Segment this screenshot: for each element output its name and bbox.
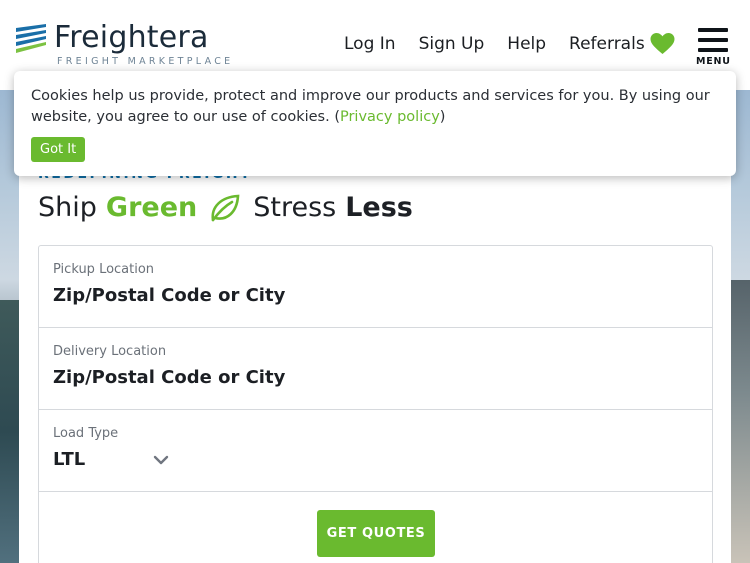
leaf-icon [211,194,240,221]
cookie-message-end: ) [439,109,446,125]
delivery-input[interactable] [53,367,673,388]
load-type-label: Load Type [53,426,119,441]
hero-headline: Ship Green Stress Less [38,192,413,223]
privacy-policy-link[interactable]: Privacy policy [340,109,440,125]
headline-less: Less [345,192,413,223]
logo-mark-icon [16,24,46,53]
brand-name: Freightera [54,20,209,55]
quote-form: Pickup Location Delivery Location Load T… [38,245,713,563]
menu-label: MENU [696,56,731,67]
cookie-banner: Cookies help us provide, protect and imp… [14,71,736,176]
load-type-field: Load Type LTL [39,410,712,492]
pickup-label: Pickup Location [53,262,155,277]
nav-login-link[interactable]: Log In [344,33,396,55]
headline-ship: Ship [38,192,97,223]
form-actions: GET QUOTES [39,492,712,563]
cookie-text: Cookies help us provide, protect and imp… [31,86,731,128]
heart-icon[interactable] [650,33,675,55]
chevron-down-icon [153,455,169,464]
hamburger-bar [698,38,728,42]
load-type-value: LTL [53,449,86,470]
delivery-label: Delivery Location [53,344,167,359]
nav-referrals-link[interactable]: Referrals [569,33,645,55]
delivery-field: Delivery Location [39,328,712,410]
brand-tagline: FREIGHT MARKETPLACE [57,56,234,67]
hamburger-bar [698,48,728,52]
got-it-button[interactable]: Got It [31,137,86,162]
nav-signup-link[interactable]: Sign Up [419,33,485,55]
load-type-select[interactable]: LTL [53,449,712,470]
nav-help-link[interactable]: Help [507,33,546,55]
pickup-input[interactable] [53,285,673,306]
headline-green: Green [105,192,198,223]
hamburger-icon [698,28,728,32]
pickup-field: Pickup Location [39,246,712,328]
brand-logo[interactable]: Freightera FREIGHT MARKETPLACE [16,22,233,67]
menu-button[interactable]: MENU [696,28,732,67]
main-nav: Log In Sign Up Help Referrals [344,33,675,55]
headline-stress: Stress [253,192,337,223]
get-quotes-button[interactable]: GET QUOTES [317,510,435,557]
